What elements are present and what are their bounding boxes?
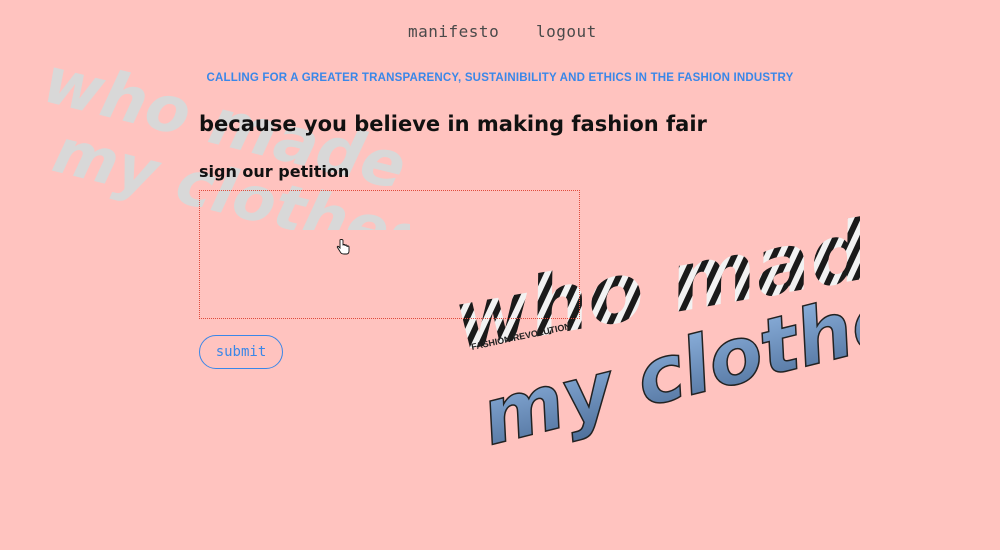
- petition-textarea[interactable]: [199, 190, 580, 319]
- nav-logout-link[interactable]: logout: [536, 22, 597, 41]
- hand-pointer-icon: [336, 239, 350, 255]
- page-headline: because you believe in making fashion fa…: [199, 112, 707, 136]
- nav-manifesto-link[interactable]: manifesto: [408, 22, 499, 41]
- mission-tagline: CALLING FOR A GREATER TRANSPARENCY, SUST…: [206, 72, 794, 84]
- petition-heading: sign our petition: [199, 162, 350, 181]
- submit-button[interactable]: submit: [199, 335, 283, 369]
- top-nav: manifesto logout: [0, 18, 1000, 48]
